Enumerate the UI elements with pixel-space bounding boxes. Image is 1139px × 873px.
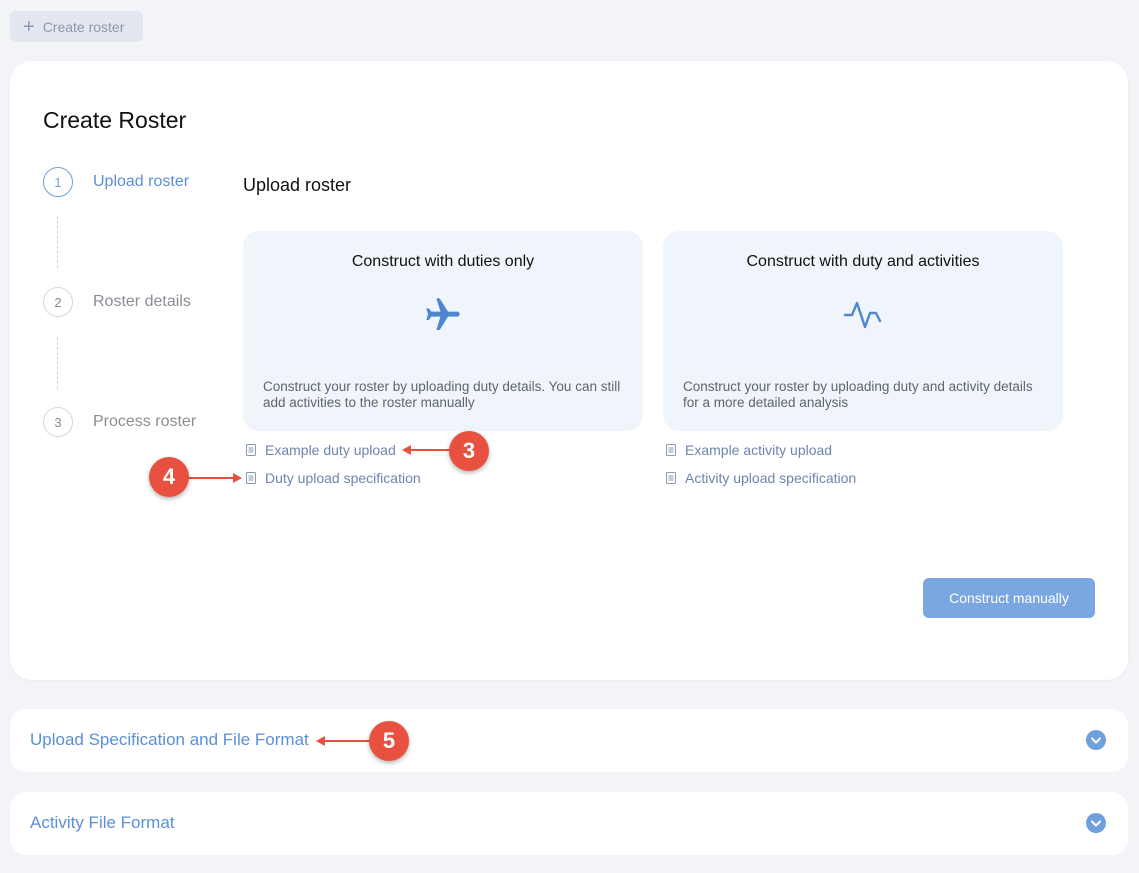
example-duty-upload-link[interactable]: Example duty upload xyxy=(246,442,396,458)
create-roster-label: Create roster xyxy=(42,18,125,35)
construct-manually-button[interactable]: Construct manually xyxy=(923,578,1095,618)
step-upload-roster[interactable]: 1 Upload roster xyxy=(43,167,189,197)
upload-specification-accordion[interactable]: Upload Specification and File Format xyxy=(10,709,1128,772)
step-roster-details[interactable]: 2 Roster details xyxy=(43,287,191,317)
construct-duty-activities-option[interactable]: Construct with duty and activities Const… xyxy=(663,231,1063,431)
step-label: Roster details xyxy=(93,293,191,310)
step-process-roster[interactable]: 3 Process roster xyxy=(43,407,196,437)
option-description: Construct your roster by uploading duty … xyxy=(263,379,621,410)
annotation-badge: 3 xyxy=(449,431,489,471)
example-activity-upload-link[interactable]: Example activity upload xyxy=(666,442,832,458)
chevron-down-icon[interactable] xyxy=(1086,730,1106,750)
document-icon xyxy=(666,472,676,484)
accordion-title: Upload Specification and File Format xyxy=(30,730,309,749)
step-number: 2 xyxy=(43,287,73,317)
step-number: 3 xyxy=(43,407,73,437)
link-label: Activity upload specification xyxy=(685,470,857,486)
activity-file-format-accordion[interactable]: Activity File Format xyxy=(10,792,1128,855)
construct-duties-only-option[interactable]: Construct with duties only Construct you… xyxy=(243,231,643,431)
activity-upload-specification-link[interactable]: Activity upload specification xyxy=(666,470,856,486)
link-label: Example activity upload xyxy=(685,442,833,458)
annotation-arrow xyxy=(316,736,370,746)
link-label: Example duty upload xyxy=(265,442,396,458)
duty-upload-specification-link[interactable]: Duty upload specification xyxy=(246,470,421,486)
document-icon xyxy=(666,444,676,456)
accordion-title: Activity File Format xyxy=(30,813,175,832)
step-connector xyxy=(57,216,58,268)
step-label: Upload roster xyxy=(93,173,190,190)
step-connector xyxy=(57,337,58,389)
chevron-down-icon[interactable] xyxy=(1086,813,1106,833)
create-roster-button[interactable]: + Create roster xyxy=(10,11,143,42)
annotation-arrow xyxy=(188,473,242,483)
annotation-badge: 5 xyxy=(369,721,409,761)
document-icon xyxy=(246,472,256,484)
option-title: Construct with duties only xyxy=(351,253,535,270)
page-title: Create Roster xyxy=(43,107,187,133)
section-title: Upload roster xyxy=(243,175,352,195)
document-icon xyxy=(246,444,256,456)
activity-pulse-icon xyxy=(843,301,882,329)
step-label: Process roster xyxy=(93,413,197,430)
option-title: Construct with duty and activities xyxy=(746,253,980,270)
option-description: Construct your roster by uploading duty … xyxy=(683,379,1033,410)
airplane-icon xyxy=(426,298,460,330)
create-roster-card: Create Roster 1 Upload roster 2 Roster d… xyxy=(10,61,1128,680)
annotation-badge: 4 xyxy=(149,457,189,497)
annotation-arrow xyxy=(402,445,450,455)
step-number: 1 xyxy=(43,167,73,197)
link-label: Duty upload specification xyxy=(265,470,421,486)
plus-icon: + xyxy=(23,15,35,38)
